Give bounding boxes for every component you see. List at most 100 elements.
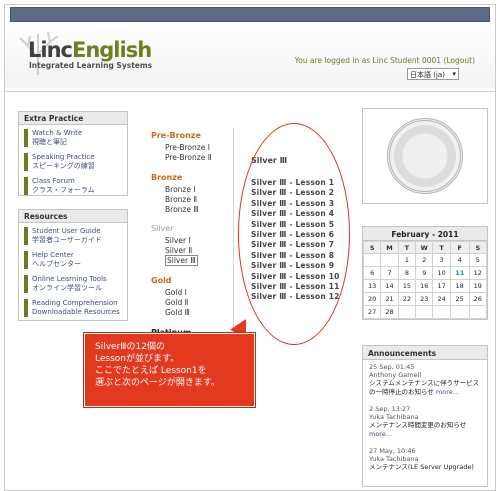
announcement-date: 27 May, 10:46 — [369, 447, 416, 455]
calendar-day: 4 — [449, 253, 470, 267]
item-label-jp: 視聴と筆記 — [32, 138, 67, 146]
item-label: Student User Guide — [32, 227, 101, 235]
pre-bronze-heading: Pre-Bronze — [151, 131, 201, 140]
calendar-day: 1 — [397, 253, 417, 267]
callout-note: SilverⅢの12個の Lessonが並びます。 ここでたとえば Lesson… — [84, 333, 255, 407]
calendar-day: 5 — [468, 253, 488, 267]
reading-comprehension-link[interactable]: Reading Comprehension Downloadable Resou… — [24, 299, 122, 317]
announcements-title: Announcements — [363, 346, 487, 360]
seal-emblem-icon — [387, 118, 463, 194]
item-label-jp: ヘルプセンター — [32, 260, 81, 268]
calendar-day: 24 — [432, 292, 451, 306]
language-value: 日本語 (ja) — [410, 71, 445, 79]
weekday-header: T — [432, 241, 451, 254]
language-select[interactable]: 日本語 (ja) ▾ — [407, 68, 459, 80]
item-label: Speaking Practice — [32, 153, 95, 161]
callout-line: ここでたとえば Lesson1を — [95, 366, 207, 376]
bronze-3-link[interactable]: Bronze Ⅲ — [151, 205, 241, 215]
calendar-day — [468, 305, 488, 319]
item-label: Reading Comprehension — [32, 299, 118, 307]
speaking-practice-link[interactable]: Speaking Practice スピーキングの練習 — [24, 153, 122, 171]
item-label-jp: クラス・フォーラム — [32, 186, 95, 194]
item-label: Help Center — [32, 251, 74, 259]
calendar-day — [432, 305, 451, 319]
announcement-author: Yuka Tachibana — [369, 455, 419, 463]
announcement-text: メンテナンス時間変更のお知らせ more... — [369, 421, 481, 439]
silver-3-label: Silver Ⅲ — [165, 255, 198, 266]
resources-block: Resources Student User Guide 学習者ユーザーガイド … — [18, 209, 128, 321]
header-divider — [5, 91, 495, 92]
announcement-item: 27 May, 10:46 Yuka Tachibana メンテナンス(LE S… — [363, 439, 487, 472]
calendar-day: 20 — [362, 292, 382, 306]
calendar-day: 12 — [468, 266, 488, 280]
logo-english-text: English — [71, 38, 152, 62]
bronze-2-link[interactable]: Bronze Ⅱ — [151, 195, 241, 205]
resources-title: Resources — [19, 210, 127, 223]
calendar-day: 7 — [380, 266, 399, 280]
item-label: Class Forum — [32, 177, 75, 185]
calendar-day: 3 — [432, 253, 451, 267]
calendar-day: 2 — [415, 253, 434, 267]
silver-3-link[interactable]: Silver Ⅲ — [151, 255, 241, 266]
calendar-day: 13 — [362, 279, 382, 293]
watch-write-link[interactable]: Watch & Write 視聴と筆記 — [24, 129, 122, 147]
calendar-day — [415, 305, 434, 319]
menu-divider — [233, 128, 234, 333]
pre-bronze-2-link[interactable]: Pre-Bronze Ⅱ — [151, 153, 241, 163]
gold-3-link[interactable]: Gold Ⅲ — [151, 308, 241, 318]
callout-line: 選ぶと次のページが開きます。 — [95, 378, 220, 388]
item-label: Watch & Write — [32, 129, 83, 137]
login-prefix: You are logged in as — [294, 56, 371, 65]
announcement-item: 2 Sep, 13:27 Yuka Tachibana メンテナンス時間変更のお… — [363, 397, 487, 439]
logout-link[interactable]: (Logout) — [443, 56, 475, 65]
item-label-jp: スピーキングの練習 — [32, 162, 95, 170]
weekday-header: T — [397, 241, 417, 254]
silver-1-link[interactable]: Silver Ⅰ — [151, 236, 241, 246]
announcement-body: メンテナンス時間変更のお知らせ — [369, 421, 467, 429]
calendar-grid: S M T W T F S 1 2 3 4 5 6 7 8 9 10 11 12… — [362, 241, 488, 319]
announcement-date: 2 Sep, 13:27 — [369, 405, 411, 413]
calendar-day-today[interactable]: 11 — [449, 266, 470, 280]
calendar-day — [397, 305, 417, 319]
user-link[interactable]: Linc Student 0001 — [373, 56, 442, 65]
calendar-day: 22 — [397, 292, 417, 306]
gold-1-link[interactable]: Gold Ⅰ — [151, 288, 241, 298]
tagline: Integrated Learning Systems — [29, 61, 153, 70]
help-center-link[interactable]: Help Center ヘルプセンター — [24, 251, 122, 269]
weekday-header: W — [415, 241, 434, 254]
callout-line: SilverⅢの12個の — [95, 342, 165, 352]
level-menu: Pre-Bronze Pre-Bronze Ⅰ Pre-Bronze Ⅱ Bro… — [151, 131, 241, 340]
bronze-heading: Bronze — [151, 173, 183, 182]
calendar-day: 16 — [415, 279, 434, 293]
calendar-day: 14 — [380, 279, 399, 293]
announcement-item: 25 Sep, 01:45 Anthony Gamell システムメンテナンスに… — [363, 360, 487, 397]
item-label-jp: Downloadable Resources — [32, 308, 120, 316]
announcement-body: システムメンテナンスに伴うサービスの一時停止のお知らせ — [369, 379, 480, 396]
announcement-author: Yuka Tachibana — [369, 413, 419, 421]
top-bar — [10, 7, 490, 22]
extra-practice-title: Extra Practice — [19, 112, 127, 125]
site-logo[interactable]: LincEnglish — [28, 38, 152, 62]
calendar-day — [380, 253, 399, 267]
more-link[interactable]: more... — [369, 430, 392, 438]
announcement-date: 25 Sep, 01:45 — [369, 363, 415, 371]
pre-bronze-1-link[interactable]: Pre-Bronze Ⅰ — [151, 143, 241, 153]
calendar-day: 26 — [468, 292, 488, 306]
bronze-1-link[interactable]: Bronze Ⅰ — [151, 185, 241, 195]
logo-linc-text: Linc — [28, 38, 73, 62]
calendar-day: 27 — [362, 305, 382, 319]
online-tools-link[interactable]: Online Learning Tools オンライン学習ツール — [24, 275, 122, 293]
more-link[interactable]: more... — [436, 388, 459, 396]
calendar-day: 23 — [415, 292, 434, 306]
callout-line: Lessonが並びます。 — [95, 354, 180, 364]
item-label-jp: 学習者ユーザーガイド — [32, 236, 102, 244]
calendar-title: February - 2011 — [363, 227, 487, 241]
gold-2-link[interactable]: Gold Ⅱ — [151, 298, 241, 308]
announcement-author: Anthony Gamell — [369, 371, 422, 379]
student-user-guide-link[interactable]: Student User Guide 学習者ユーザーガイド — [24, 227, 122, 245]
login-info: You are logged in as Linc Student 0001 (… — [295, 56, 475, 65]
calendar-block: February - 2011 S M T W T F S 1 2 3 4 5 … — [362, 226, 488, 320]
calendar-day: 9 — [415, 266, 434, 280]
calendar-day: 8 — [397, 266, 417, 280]
class-forum-link[interactable]: Class Forum クラス・フォーラム — [24, 177, 122, 195]
